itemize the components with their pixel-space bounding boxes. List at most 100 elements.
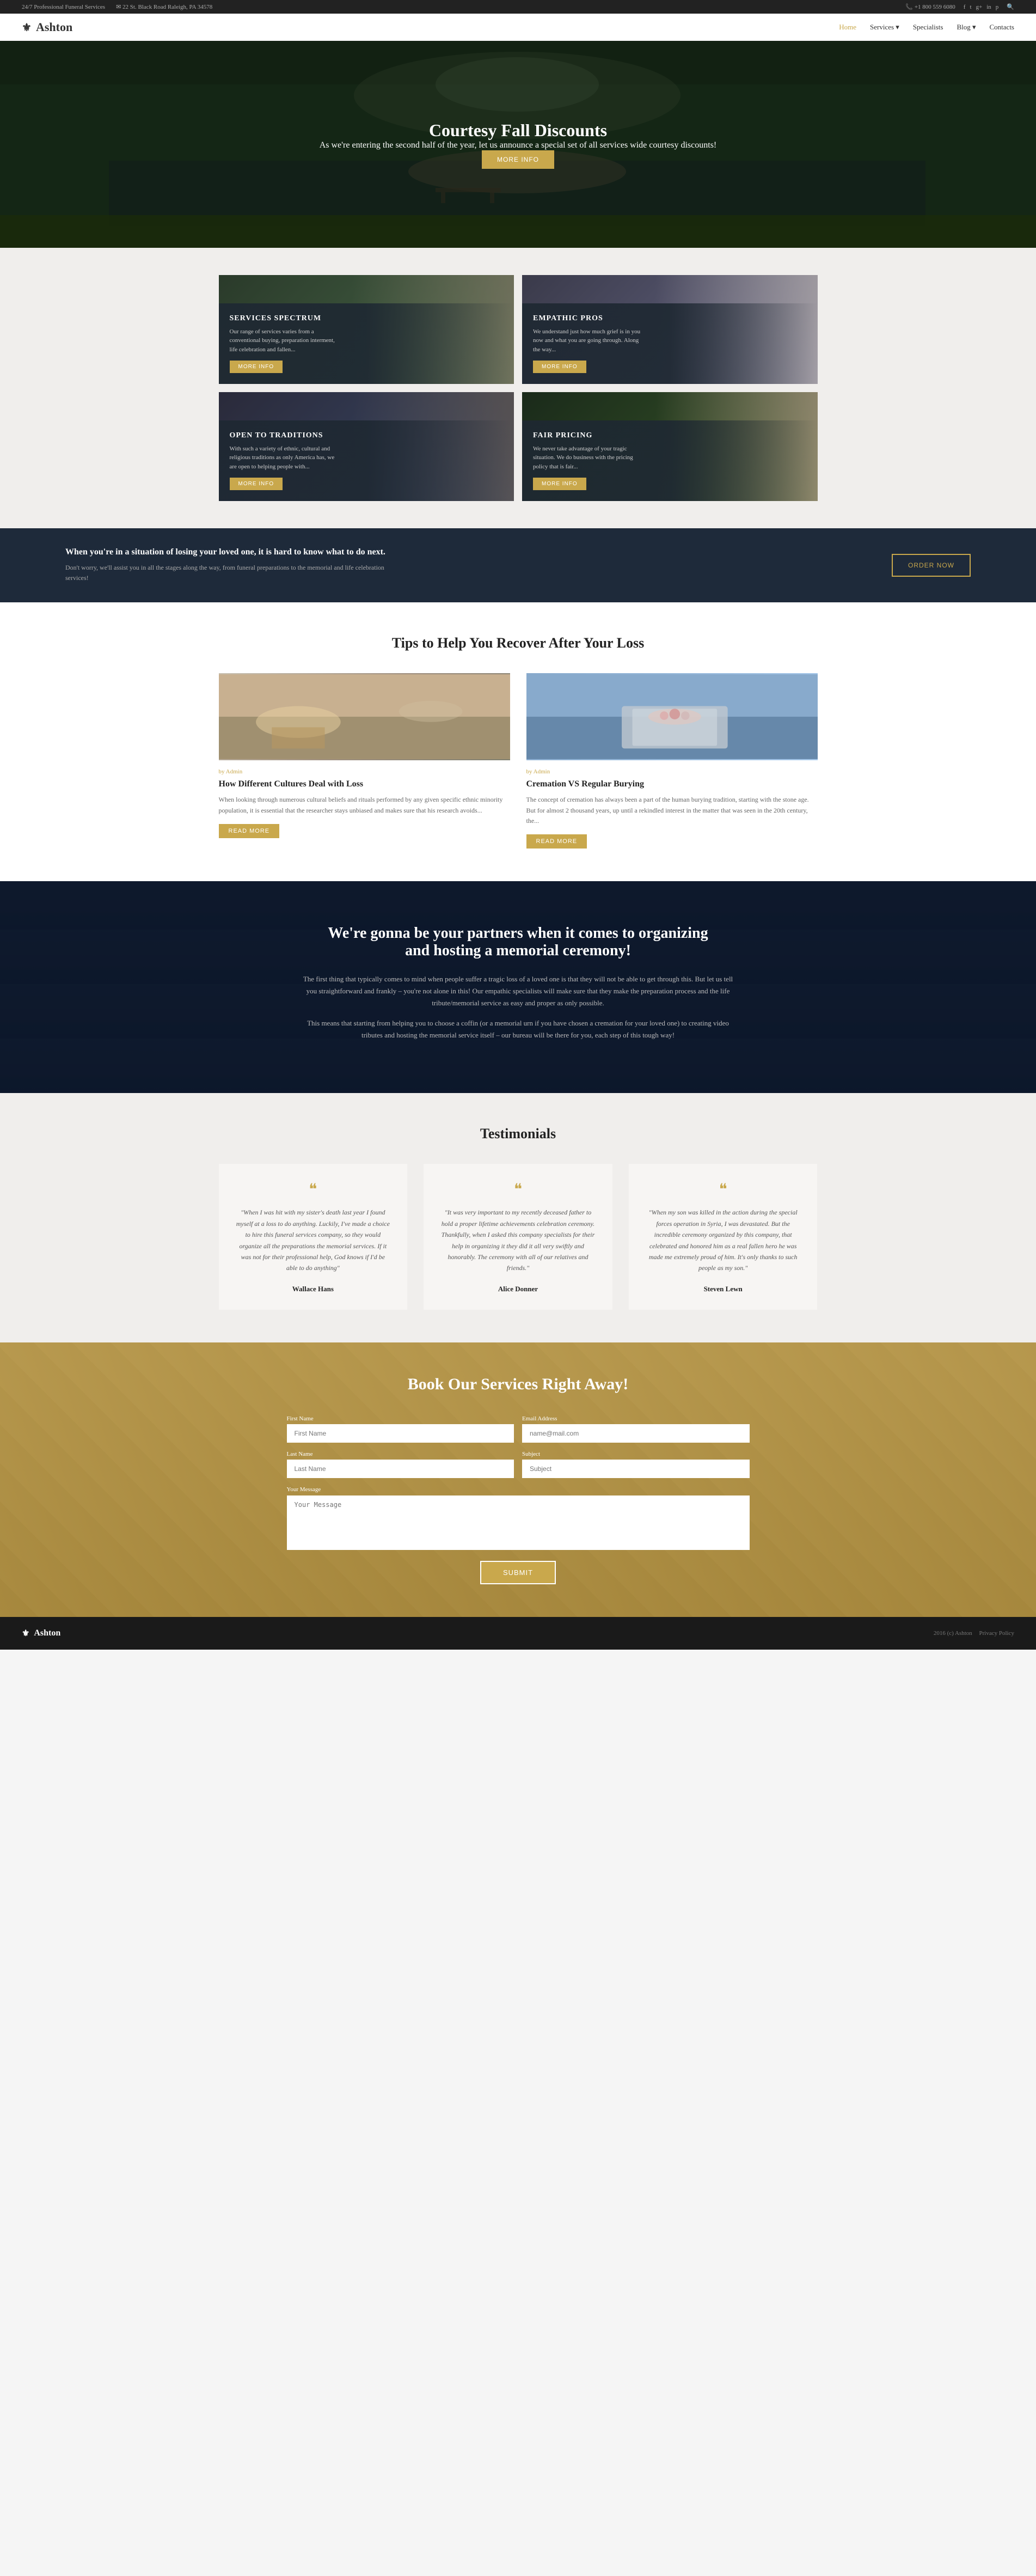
nav-specialists[interactable]: Specialists <box>913 23 943 32</box>
blog-grid: by Admin How Different Cultures Deal wit… <box>219 673 818 849</box>
last-name-input[interactable] <box>287 1460 514 1478</box>
card-title-pricing: FAIR PRICING <box>533 431 807 440</box>
first-name-input[interactable] <box>287 1424 514 1443</box>
nav-blog[interactable]: Blog ▾ <box>957 23 976 32</box>
quote-icon-2: ❝ <box>440 1180 596 1199</box>
service-card-empathic: EMPATHIC PROS We understand just how muc… <box>522 275 818 384</box>
blog-author-1: by Admin <box>219 768 510 775</box>
cta-description: Don't worry, we'll assist you in all the… <box>65 563 392 583</box>
testimonial-text-1: "When I was hit with my sister's death l… <box>235 1207 391 1273</box>
testimonial-name-3: Steven Lewn <box>645 1285 801 1293</box>
address-icon: ✉ <box>116 4 121 10</box>
blog-section-title: Tips to Help You Recover After Your Loss <box>65 635 971 651</box>
blog-card-2: by Admin Cremation VS Regular Burying Th… <box>526 673 818 849</box>
service-card-traditions: OPEN TO TRADITIONS With such a variety o… <box>219 392 514 501</box>
social-google[interactable]: g+ <box>976 4 983 10</box>
hero-subtitle: As we're entering the second half of the… <box>320 141 717 150</box>
blog-read-more-2[interactable]: READ MORE <box>526 834 587 849</box>
nav-contacts[interactable]: Contacts <box>990 23 1015 32</box>
nav-home[interactable]: Home <box>839 23 856 32</box>
message-label: Your Message <box>287 1486 750 1493</box>
first-name-label: First Name <box>287 1415 514 1422</box>
blog-text-2: The concept of cremation has always been… <box>526 795 818 826</box>
tagline: 24/7 Professional Funeral Services <box>22 4 105 10</box>
logo-name: Ashton <box>36 20 72 34</box>
social-twitter[interactable]: t <box>970 4 971 10</box>
card-text-spectrum: Our range of services varies from a conv… <box>230 327 339 355</box>
testimonials-section: Testimonials ❝ "When I was hit with my s… <box>0 1093 1036 1342</box>
blog-author-2: by Admin <box>526 768 818 775</box>
phone-icon: 📞 <box>905 4 913 10</box>
testimonial-text-3: "When my son was killed in the action du… <box>645 1207 801 1273</box>
blog-read-more-1[interactable]: READ MORE <box>219 824 280 838</box>
subject-field-group: Subject <box>522 1451 750 1478</box>
service-card-pricing: FAIR PRICING We never take advantage of … <box>522 392 818 501</box>
email-field-group: Email Address <box>522 1415 750 1443</box>
hero-content: Courtesy Fall Discounts As we're enterin… <box>320 120 717 169</box>
message-textarea[interactable] <box>287 1495 750 1550</box>
book-heading: Book Our Services Right Away! <box>65 1375 971 1394</box>
card-content-pricing: FAIR PRICING We never take advantage of … <box>522 420 818 502</box>
card-text-traditions: With such a variety of ethnic, cultural … <box>230 444 339 472</box>
last-name-field-group: Last Name <box>287 1451 514 1478</box>
card-title-spectrum: SERVICES SPECTRUM <box>230 314 504 323</box>
card-btn-empathic[interactable]: MORE INFO <box>533 361 586 373</box>
social-pinterest[interactable]: p <box>996 4 999 10</box>
testimonials-title: Testimonials <box>65 1126 971 1142</box>
cta-banner: When you're in a situation of losing you… <box>0 528 1036 602</box>
footer-logo-icon: ⚜ <box>22 1628 29 1639</box>
memorial-section: We're gonna be your partners when it com… <box>0 881 1036 1093</box>
subject-label: Subject <box>522 1451 750 1457</box>
card-text-empathic: We understand just how much grief is in … <box>533 327 642 355</box>
blog-title-1: How Different Cultures Deal with Loss <box>219 779 510 789</box>
subject-input[interactable] <box>522 1460 750 1478</box>
nav-services[interactable]: Services ▾ <box>870 23 899 32</box>
testimonial-name-1: Wallace Hans <box>235 1285 391 1293</box>
cta-heading: When you're in a situation of losing you… <box>65 547 392 557</box>
services-section: SERVICES SPECTRUM Our range of services … <box>0 248 1036 528</box>
book-section: Book Our Services Right Away! First Name… <box>0 1342 1036 1617</box>
blog-title-2: Cremation VS Regular Burying <box>526 779 818 789</box>
email-label: Email Address <box>522 1415 750 1422</box>
service-card-spectrum: SERVICES SPECTRUM Our range of services … <box>219 275 514 384</box>
blog-card-1: by Admin How Different Cultures Deal wit… <box>219 673 510 849</box>
book-form-row1: First Name Email Address Last Name Subje… <box>287 1415 750 1478</box>
blog-image-1 <box>219 673 510 760</box>
card-content-traditions: OPEN TO TRADITIONS With such a variety o… <box>219 420 514 502</box>
card-btn-spectrum[interactable]: MORE INFO <box>230 361 283 373</box>
cta-order-button[interactable]: ORDER NOW <box>892 554 971 577</box>
social-instagram[interactable]: in <box>986 4 991 10</box>
footer-privacy-link[interactable]: Privacy Policy <box>979 1630 1014 1637</box>
memorial-para2: This means that starting from helping yo… <box>301 1017 736 1041</box>
first-name-field-group: First Name <box>287 1415 514 1443</box>
submit-button[interactable]: SUBMIT <box>480 1561 556 1584</box>
hero-title: Courtesy Fall Discounts <box>320 120 717 141</box>
hero-cta-button[interactable]: MORE INFO <box>482 150 554 169</box>
card-btn-pricing[interactable]: MORE INFO <box>533 478 586 490</box>
quote-icon-1: ❝ <box>235 1180 391 1199</box>
logo: ⚜ Ashton <box>22 20 72 34</box>
card-btn-traditions[interactable]: MORE INFO <box>230 478 283 490</box>
email-input[interactable] <box>522 1424 750 1443</box>
footer-logo-name: Ashton <box>34 1628 60 1638</box>
card-text-pricing: We never take advantage of your tragic s… <box>533 444 642 472</box>
blog-image-2 <box>526 673 818 760</box>
search-icon[interactable]: 🔍 <box>1007 3 1014 10</box>
card-content-empathic: EMPATHIC PROS We understand just how muc… <box>522 303 818 384</box>
blog-text-1: When looking through numerous cultural b… <box>219 795 510 815</box>
main-nav: Home Services ▾ Specialists Blog ▾ Conta… <box>839 23 1014 32</box>
top-bar-right: 📞 +1 800 559 6080 f t g+ in p 🔍 <box>905 3 1014 10</box>
hero-section: Courtesy Fall Discounts As we're enterin… <box>0 41 1036 248</box>
phone: 📞 +1 800 559 6080 <box>905 3 955 10</box>
top-bar: 24/7 Professional Funeral Services ✉ 22 … <box>0 0 1036 14</box>
blog-section: Tips to Help You Recover After Your Loss… <box>0 602 1036 881</box>
card-content-spectrum: SERVICES SPECTRUM Our range of services … <box>219 303 514 384</box>
footer-copy: 2016 (c) Ashton Privacy Policy <box>934 1630 1014 1637</box>
testimonial-1: ❝ "When I was hit with my sister's death… <box>219 1164 408 1309</box>
testimonial-name-2: Alice Donner <box>440 1285 596 1293</box>
footer-logo: ⚜ Ashton <box>22 1628 60 1639</box>
services-grid: SERVICES SPECTRUM Our range of services … <box>219 275 818 501</box>
memorial-heading: We're gonna be your partners when it com… <box>328 925 709 960</box>
social-facebook[interactable]: f <box>964 4 966 10</box>
logo-icon: ⚜ <box>22 21 32 34</box>
